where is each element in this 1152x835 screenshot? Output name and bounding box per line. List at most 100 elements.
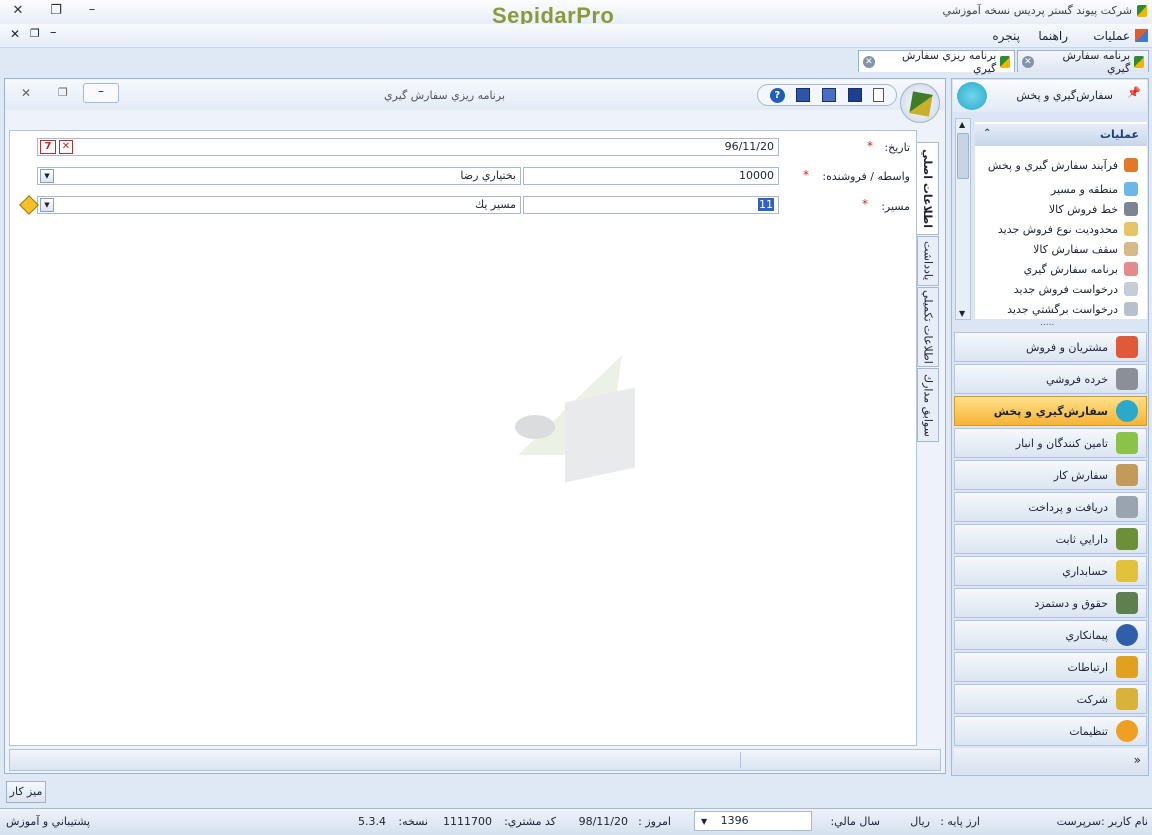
module-label: خرده فروشي <box>1045 372 1108 386</box>
pin-icon[interactable]: 📌 <box>1127 86 1141 99</box>
calendar-icon[interactable]: 7 <box>40 140 56 154</box>
tab-order-program[interactable]: برنامه سفارش گيري ✕ <box>1017 49 1149 75</box>
help-icon[interactable]: ? <box>769 87 785 103</box>
menu-app-icon <box>1135 29 1148 42</box>
route-dropdown-icon[interactable]: ▼ <box>40 198 54 212</box>
route-name-field[interactable]: مسير يك <box>37 196 521 214</box>
doc-close-icon[interactable]: ✕ <box>21 86 31 100</box>
module-label: پيمانكاري <box>1065 628 1108 642</box>
op-item[interactable]: برنامه سفارش گيري <box>978 262 1138 276</box>
module-company[interactable]: شركت <box>954 684 1147 714</box>
desktop-button[interactable]: ميز كار <box>6 781 46 803</box>
module-receipts-payments[interactable]: دريافت و پرداخت <box>954 492 1147 522</box>
today-label: امروز : <box>638 815 671 828</box>
today-value: 98/11/20 <box>578 815 628 828</box>
required-marker: * <box>803 168 809 182</box>
save-new-icon[interactable] <box>821 88 836 102</box>
splitter-grip[interactable]: ..... <box>1040 318 1054 328</box>
expand-chevron-icon[interactable]: » <box>1134 753 1141 767</box>
tab-label: برنامه ريزي سفارش گيري <box>902 48 997 75</box>
settings-icon <box>1116 720 1138 742</box>
operations-header[interactable]: عمليات ⌃ <box>975 124 1147 146</box>
module-retail[interactable]: خرده فروشي <box>954 364 1147 394</box>
save-close-icon[interactable] <box>796 88 811 102</box>
payments-icon <box>1116 496 1138 518</box>
op-item[interactable]: فرآيند سفارش گيري و پخش <box>978 152 1138 178</box>
tab-extra-info[interactable]: اطلاعات تكميلي <box>917 287 939 367</box>
module-communications[interactable]: ارتباطات <box>954 652 1147 682</box>
op-item[interactable]: خط فروش كالا <box>978 202 1138 216</box>
tab-main-info[interactable]: اطلاعات اصلي <box>917 142 939 235</box>
mdi-restore-icon[interactable]: ❐ <box>30 27 40 40</box>
tab-close-icon[interactable]: ✕ <box>863 55 875 68</box>
menu-window[interactable]: پنجره <box>992 29 1020 43</box>
op-item[interactable]: درخواست برگشتي جديد <box>978 302 1138 316</box>
module-customers-sales[interactable]: مشتريان و فروش <box>954 332 1147 362</box>
scroll-down-icon[interactable]: ▼ <box>959 309 965 318</box>
scroll-thumb[interactable] <box>957 133 969 179</box>
agent-dropdown-icon[interactable]: ▼ <box>40 169 54 183</box>
ops-scrollbar[interactable]: ▲ ▼ <box>955 118 971 320</box>
tab-notes[interactable]: يادداشت <box>917 236 939 286</box>
support-link[interactable]: پشتيباني و آموزش <box>6 815 90 828</box>
module-work-order[interactable]: سفارش كار <box>954 460 1147 490</box>
date-label: تاريخ: <box>884 141 910 154</box>
fiscal-year-dropdown-icon[interactable]: ▼ <box>701 817 707 826</box>
fiscal-year-select[interactable]: ▼ 1396 <box>694 811 812 831</box>
scroll-up-icon[interactable]: ▲ <box>959 120 965 129</box>
close-icon[interactable]: ✕ <box>8 3 28 18</box>
payroll-icon <box>1116 592 1138 614</box>
agent-name-field[interactable]: بختياري رضا <box>37 167 521 185</box>
communications-icon <box>1116 656 1138 678</box>
tab-leaf-icon <box>1134 55 1144 68</box>
op-item[interactable]: محدوديت نوع فروش جديد <box>978 222 1138 236</box>
module-label: سفارش‌گيري و پخش <box>993 404 1108 418</box>
op-label: برنامه سفارش گيري <box>1023 262 1118 276</box>
tab-order-planning[interactable]: برنامه ريزي سفارش گيري ✕ <box>858 48 1015 75</box>
save-icon[interactable] <box>847 88 862 102</box>
mdi-minimize-icon[interactable]: – <box>50 25 57 40</box>
base-currency-label: ارز پايه : <box>940 815 980 828</box>
date-field[interactable]: 96/11/20 <box>37 138 779 156</box>
menu-help[interactable]: راهنما <box>1038 29 1068 43</box>
module-overflow-bar: » <box>954 748 1147 774</box>
tab-document-history[interactable]: سوابق مدارك <box>917 368 939 442</box>
tab-close-icon[interactable]: ✕ <box>1022 55 1034 68</box>
new-document-icon[interactable] <box>873 88 885 102</box>
agent-label: واسطه / فروشنده: <box>822 170 910 183</box>
document-title-bar: ✕ ❐ – برنامه ريزي سفارش گيري ? <box>5 80 945 123</box>
route-label: مسير: <box>881 200 910 213</box>
collapse-icon[interactable]: ⌃ <box>983 128 991 139</box>
op-label: محدوديت نوع فروش جديد <box>997 222 1118 236</box>
mdi-close-icon[interactable]: ✕ <box>10 27 20 41</box>
doc-restore-icon[interactable]: ❐ <box>58 86 68 99</box>
minimize-icon[interactable]: – <box>82 2 102 17</box>
side-tab-strip: اطلاعات اصلي يادداشت اطلاعات تكميلي سواب… <box>917 130 941 746</box>
restore-icon[interactable]: ❐ <box>46 3 66 18</box>
op-item[interactable]: درخواست فروش جديد <box>978 282 1138 296</box>
module-payroll[interactable]: حقوق و دستمزد <box>954 588 1147 618</box>
module-suppliers-warehouse[interactable]: تامين كنندگان و انبار <box>954 428 1147 458</box>
menu-operations[interactable]: عمليات <box>1093 29 1130 43</box>
menu-bar: ✕ ❐ – عمليات راهنما پنجره <box>0 24 1152 48</box>
module-accounting[interactable]: حسابداري <box>954 556 1147 586</box>
module-fixed-assets[interactable]: دارايي ثابت <box>954 524 1147 554</box>
module-label: مشتريان و فروش <box>1026 340 1108 354</box>
module-label: تامين كنندگان و انبار <box>1015 436 1108 450</box>
agent-code-value: 10000 <box>739 169 774 182</box>
op-item[interactable]: سقف سفارش كالا <box>978 242 1138 256</box>
date-value: 96/11/20 <box>724 140 774 153</box>
cart-icon <box>1124 202 1138 216</box>
op-label: درخواست برگشتي جديد <box>1007 302 1118 316</box>
module-label: سفارش كار <box>1053 468 1108 482</box>
module-contracting[interactable]: پيمانكاري <box>954 620 1147 650</box>
clear-date-icon[interactable]: ✕ <box>59 140 73 154</box>
module-order-distribution[interactable]: سفارش‌گيري و پخش <box>954 396 1147 426</box>
route-code-field[interactable]: 11 <box>523 196 779 214</box>
op-item[interactable]: منطقه و مسير <box>978 182 1138 196</box>
agent-code-field[interactable]: 10000 <box>523 167 779 185</box>
process-icon <box>1124 158 1138 172</box>
doc-minimize-button[interactable]: – <box>83 83 119 103</box>
calendar-program-icon <box>1124 262 1138 276</box>
module-settings[interactable]: تنظيمات <box>954 716 1147 746</box>
